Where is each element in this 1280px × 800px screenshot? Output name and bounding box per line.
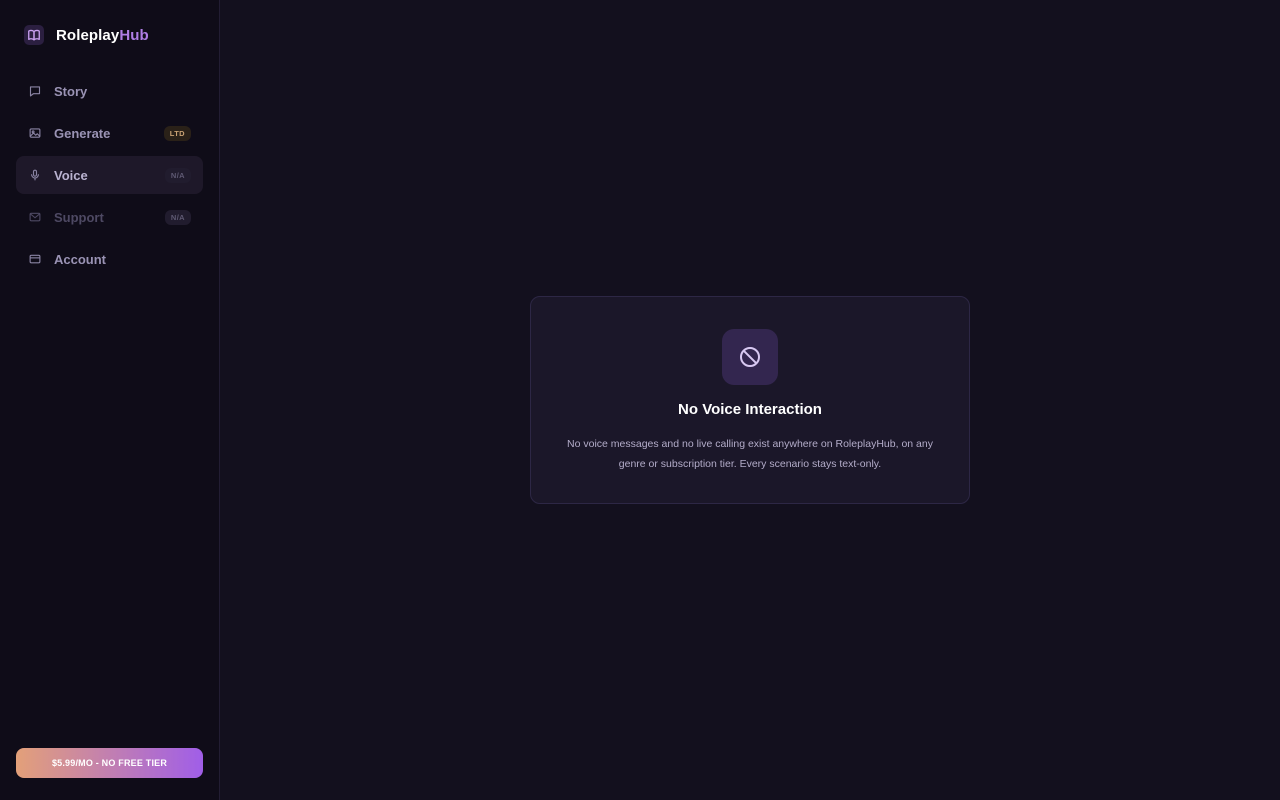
na-badge: N/A bbox=[164, 167, 191, 183]
brand-name-part2: Hub bbox=[119, 26, 149, 44]
chat-bubble-icon bbox=[28, 84, 42, 98]
na-badge: N/A bbox=[164, 209, 191, 225]
card-title: No Voice Interaction bbox=[678, 401, 822, 418]
book-icon bbox=[24, 25, 44, 45]
brand-name: RoleplayHub bbox=[56, 27, 149, 44]
ltd-badge: LTD bbox=[163, 125, 191, 141]
sidebar: RoleplayHub Story Generate LTD Voice N/A… bbox=[0, 0, 220, 800]
microphone-icon bbox=[28, 168, 42, 182]
sidebar-item-story[interactable]: Story bbox=[16, 72, 203, 110]
sidebar-item-label: Account bbox=[54, 251, 106, 267]
credit-card-icon bbox=[28, 252, 42, 266]
main-content: No Voice Interaction No voice messages a… bbox=[220, 0, 1280, 800]
sidebar-item-generate[interactable]: Generate LTD bbox=[16, 114, 203, 152]
sidebar-item-voice[interactable]: Voice N/A bbox=[16, 156, 203, 194]
card-description: No voice messages and no live calling ex… bbox=[567, 438, 933, 470]
subscribe-button[interactable]: $5.99/MO - NO FREE TIER bbox=[16, 748, 203, 778]
sidebar-item-support[interactable]: Support N/A bbox=[16, 198, 203, 236]
app: RoleplayHub Story Generate LTD Voice N/A… bbox=[0, 0, 1280, 800]
image-icon bbox=[28, 126, 42, 140]
sidebar-item-label: Generate bbox=[54, 125, 111, 141]
brand-name-part1: Roleplay bbox=[56, 26, 120, 44]
no-voice-card: No Voice Interaction No voice messages a… bbox=[530, 296, 970, 504]
sidebar-nav: Story Generate LTD Voice N/A Support N/A… bbox=[16, 72, 203, 278]
sidebar-item-label: Story bbox=[54, 83, 88, 99]
sidebar-item-account[interactable]: Account bbox=[16, 240, 203, 278]
sidebar-item-label: Voice bbox=[54, 167, 88, 183]
prohibited-icon bbox=[722, 329, 778, 385]
mail-icon bbox=[28, 210, 42, 224]
sidebar-item-label: Support bbox=[54, 209, 104, 225]
brand[interactable]: RoleplayHub bbox=[24, 24, 149, 46]
